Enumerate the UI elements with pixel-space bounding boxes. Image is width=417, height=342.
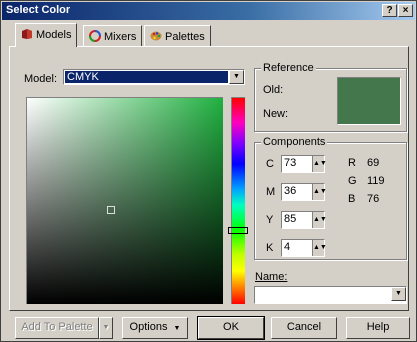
name-combobox[interactable]: ▼ (254, 286, 407, 304)
cyan-value: 73 (284, 157, 297, 169)
select-color-dialog: Select Color ? × Models Mixers Palettes … (0, 0, 417, 342)
name-combobox-value (256, 288, 390, 302)
options-button[interactable]: Options ▼ (122, 317, 188, 339)
green-label: G (348, 175, 357, 187)
ok-button[interactable]: OK (197, 316, 265, 340)
palettes-icon (150, 30, 162, 42)
black-label: K (266, 242, 274, 254)
components-title: Components (261, 136, 328, 148)
hue-slider-handle[interactable] (228, 227, 248, 234)
yellow-value: 85 (284, 213, 297, 225)
magenta-value: 36 (284, 185, 297, 197)
tab-models-label: Models (36, 29, 72, 41)
add-to-palette-dropdown-icon[interactable]: ▼ (99, 317, 113, 339)
model-select-value: CMYK (65, 71, 228, 83)
color-picker-field[interactable] (26, 97, 223, 304)
cancel-button[interactable]: Cancel (271, 317, 337, 339)
tab-models[interactable]: Models (15, 23, 78, 47)
reference-title: Reference (261, 62, 316, 74)
add-to-palette-button[interactable]: Add To Palette (15, 317, 99, 339)
blue-value: 76 (367, 193, 380, 205)
new-color-swatch (337, 77, 401, 125)
cyan-stepper[interactable]: 73 ▲▼ (281, 155, 327, 173)
cyan-spin-icon[interactable]: ▲▼ (312, 156, 327, 172)
black-spin-icon[interactable]: ▲▼ (312, 240, 327, 256)
new-color-label: New: (263, 108, 289, 120)
green-value: 119 (367, 175, 385, 187)
red-label: R (348, 157, 356, 169)
close-title-button[interactable]: × (398, 4, 413, 17)
cyan-label: C (266, 158, 274, 170)
name-label-text: Name: (255, 271, 288, 283)
yellow-label: Y (266, 214, 274, 226)
tab-mixers-label: Mixers (104, 31, 137, 43)
black-value: 4 (284, 241, 291, 253)
blue-label: B (348, 193, 356, 205)
reference-group: Reference Old: New: (254, 62, 407, 132)
tab-mixers[interactable]: Mixers (83, 25, 143, 47)
options-label: Options (129, 321, 168, 333)
model-label: Model: (24, 73, 58, 85)
tab-palettes-label: Palettes (165, 31, 205, 43)
name-chevron-down-icon[interactable]: ▼ (391, 287, 406, 301)
magenta-stepper[interactable]: 36 ▲▼ (281, 183, 327, 201)
color-picker-marker[interactable] (107, 206, 115, 214)
name-label: Name: (255, 271, 287, 283)
chevron-down-icon[interactable]: ▼ (229, 70, 244, 84)
models-icon (21, 28, 33, 40)
title-bar: Select Color ? × (2, 2, 415, 20)
window-title: Select Color (6, 4, 71, 16)
help-button[interactable]: Help (346, 317, 410, 339)
model-select[interactable]: CMYK ▼ (63, 69, 245, 85)
components-group: Components C 73 ▲▼ M 36 ▲▼ Y 85 ▲▼ K 4 ▲… (254, 136, 407, 260)
magenta-spin-icon[interactable]: ▲▼ (312, 184, 327, 200)
help-title-button[interactable]: ? (382, 4, 397, 17)
old-color-label: Old: (263, 84, 284, 96)
yellow-stepper[interactable]: 85 ▲▼ (281, 211, 327, 229)
black-stepper[interactable]: 4 ▲▼ (281, 239, 327, 257)
yellow-spin-icon[interactable]: ▲▼ (312, 212, 327, 228)
hue-slider-track[interactable] (231, 97, 245, 304)
options-chevron-icon: ▼ (173, 325, 181, 332)
red-value: 69 (367, 157, 380, 169)
tab-palettes[interactable]: Palettes (144, 25, 211, 47)
magenta-label: M (266, 186, 276, 198)
mixers-icon (89, 30, 101, 42)
